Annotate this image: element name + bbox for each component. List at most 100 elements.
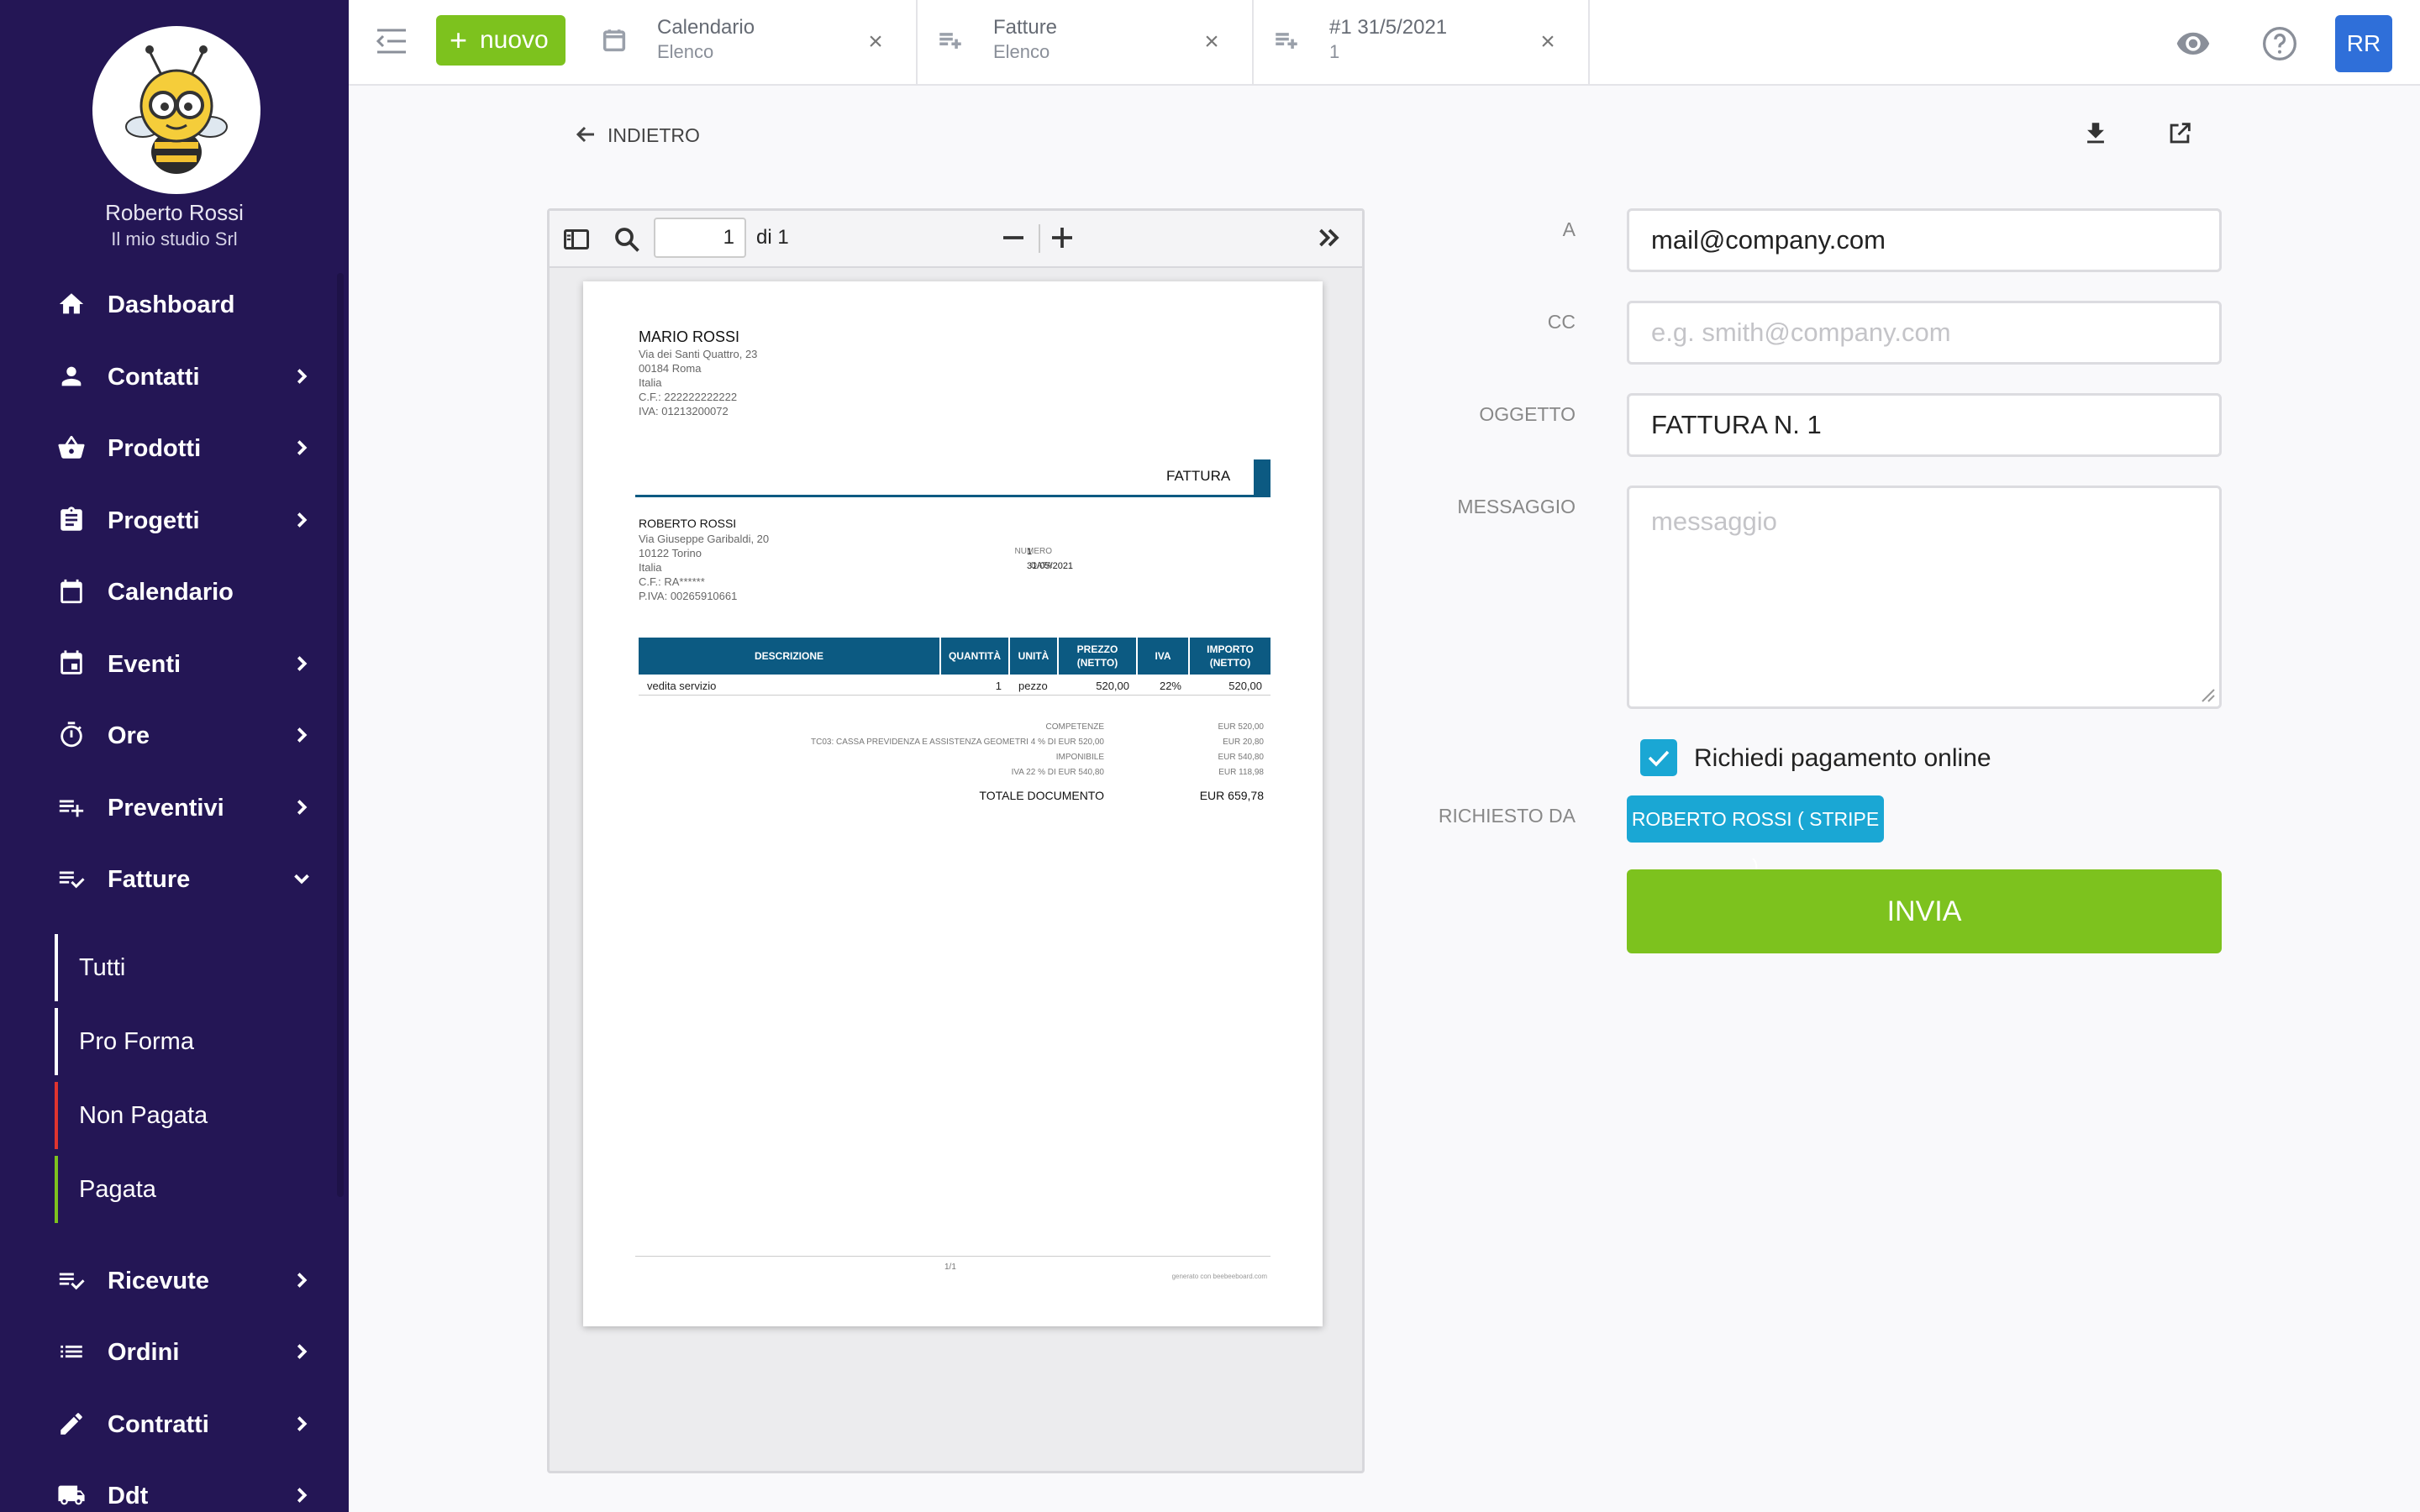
to-label: A xyxy=(1562,218,1576,240)
main-content: INDIETRO di 1 MARIO ROSSI Via dei Santi … xyxy=(349,86,2420,1512)
pdf-toolbar: di 1 xyxy=(550,211,1362,268)
table-header: DESCRIZIONE QUANTITÀ UNITÀ PREZZO (NETTO… xyxy=(639,638,1270,675)
chevron-right-icon xyxy=(289,722,314,748)
table-cell: 22% xyxy=(1159,680,1181,692)
table-cell: 520,00 xyxy=(1096,680,1129,692)
tab-invoice-1[interactable]: #1 31/5/2021 1 × xyxy=(1254,0,1590,84)
sub-item-non-pagata[interactable]: Non Pagata xyxy=(55,1082,324,1149)
back-label: INDIETRO xyxy=(608,124,700,146)
eye-icon[interactable] xyxy=(2173,25,2213,60)
close-icon[interactable]: × xyxy=(1531,25,1565,59)
total-value: EUR 540,80 xyxy=(1218,753,1264,762)
tab-title: Fatture xyxy=(993,16,1058,39)
sender-address: Via dei Santi Quattro, 23 00184 Roma Ita… xyxy=(639,347,757,418)
nav-calendario[interactable]: Calendario xyxy=(0,567,349,617)
sub-item-marker xyxy=(55,1008,58,1075)
sidebar-toggle-icon[interactable] xyxy=(561,224,592,255)
cc-label: CC xyxy=(1547,311,1576,333)
footer-generated: generato con beebeeboard.com xyxy=(1171,1273,1267,1280)
nav-ricevute[interactable]: Ricevute xyxy=(0,1256,349,1306)
sender-line: Via dei Santi Quattro, 23 xyxy=(639,348,758,360)
footer-rule xyxy=(635,1256,1270,1257)
chevron-right-icon xyxy=(289,435,314,460)
profile-avatar[interactable]: RR xyxy=(2335,15,2392,72)
nav-ddt[interactable]: Ddt xyxy=(0,1471,349,1512)
sender-name: MARIO ROSSI xyxy=(639,328,740,345)
nav-label: Dashboard xyxy=(108,291,235,318)
nav-fatture[interactable]: Fatture xyxy=(0,854,349,905)
payment-provider-badge[interactable]: ROBERTO ROSSI ( STRIPE ) xyxy=(1627,795,1884,877)
nav-contatti[interactable]: Contatti xyxy=(0,352,349,402)
nav-eventi[interactable]: Eventi xyxy=(0,639,349,690)
resize-handle-icon[interactable] xyxy=(2197,685,2216,703)
nav-contratti[interactable]: Contratti xyxy=(0,1399,349,1450)
message-field[interactable]: messaggio xyxy=(1627,486,2222,709)
tab-subtitle: 1 xyxy=(1329,41,1340,62)
nav-ordini[interactable]: Ordini xyxy=(0,1327,349,1378)
recipient-line: Italia xyxy=(639,561,662,574)
sender-line: 00184 Roma xyxy=(639,362,702,375)
sub-item-tutti[interactable]: Tutti xyxy=(55,934,324,1001)
column-header: IVA xyxy=(1138,638,1190,675)
close-icon[interactable]: × xyxy=(859,25,892,59)
chevron-right-icon xyxy=(289,507,314,533)
total-value: EUR 20,80 xyxy=(1223,738,1264,747)
total-label: TC03: CASSA PREVIDENZA E ASSISTENZA GEOM… xyxy=(810,738,1104,747)
tab-subtitle: Elenco xyxy=(657,41,714,62)
chevron-right-icon xyxy=(289,1339,314,1364)
list-icon xyxy=(57,1337,86,1366)
numero-value: 1 xyxy=(1027,547,1033,557)
plus-icon: + xyxy=(450,23,468,57)
pencil-icon xyxy=(57,1410,86,1438)
zoom-out-icon[interactable] xyxy=(998,223,1028,253)
nav-dashboard[interactable]: Dashboard xyxy=(0,280,349,330)
nav-label: Contratti xyxy=(108,1411,209,1438)
subject-field[interactable]: FATTURA N. 1 xyxy=(1627,393,2222,457)
help-icon[interactable] xyxy=(2261,25,2298,62)
user-avatar[interactable] xyxy=(92,26,260,194)
recipient-line: 10122 Torino xyxy=(639,547,702,559)
nav-label: Ddt xyxy=(108,1483,149,1509)
tab-fatture[interactable]: Fatture Elenco × xyxy=(918,0,1254,84)
download-icon[interactable] xyxy=(2081,119,2110,148)
close-icon[interactable]: × xyxy=(1195,25,1228,59)
home-icon xyxy=(57,290,86,318)
nav-label: Ore xyxy=(108,722,150,749)
playlist-check-icon xyxy=(57,1266,86,1294)
message-placeholder: messaggio xyxy=(1651,507,1777,536)
sub-item-label: Pro Forma xyxy=(79,1028,194,1055)
timer-icon xyxy=(57,721,86,749)
cc-field[interactable]: e.g. smith@company.com xyxy=(1627,301,2222,365)
sub-item-pro-forma[interactable]: Pro Forma xyxy=(55,1008,324,1075)
sender-line: IVA: 01213200072 xyxy=(639,405,729,417)
table-cell: 520,00 xyxy=(1228,680,1262,692)
sub-item-pagata[interactable]: Pagata xyxy=(55,1156,324,1223)
pdf-viewer[interactable]: di 1 MARIO ROSSI Via dei Santi Quattro, … xyxy=(547,208,1365,1473)
calendar-icon xyxy=(57,577,86,606)
sidebar-scrollbar[interactable] xyxy=(337,273,344,1197)
nav-label: Preventivi xyxy=(108,795,224,822)
new-button[interactable]: + nuovo xyxy=(436,15,566,66)
open-external-icon[interactable] xyxy=(2165,119,2194,148)
zoom-in-icon[interactable] xyxy=(1047,223,1077,253)
event-icon xyxy=(57,649,86,678)
back-link[interactable]: INDIETRO xyxy=(574,119,708,153)
nav-label: Contatti xyxy=(108,364,200,391)
nav-preventivi[interactable]: Preventivi xyxy=(0,783,349,833)
total-label: COMPETENZE xyxy=(1045,722,1104,732)
chevron-right-icon xyxy=(289,1483,314,1508)
search-icon[interactable] xyxy=(612,224,642,255)
nav-ore[interactable]: Ore xyxy=(0,711,349,761)
menu-toggle-icon[interactable] xyxy=(374,24,409,59)
truck-icon xyxy=(57,1481,86,1509)
online-payment-label[interactable]: Richiedi pagamento online xyxy=(1694,744,1991,773)
send-button[interactable]: INVIA xyxy=(1627,869,2222,953)
nav-progetti[interactable]: Progetti xyxy=(0,496,349,546)
tab-title: Calendario xyxy=(657,16,755,39)
nav-prodotti[interactable]: Prodotti xyxy=(0,423,349,474)
page-number-input[interactable] xyxy=(654,218,746,258)
online-payment-checkbox[interactable] xyxy=(1640,739,1677,776)
calendar-icon xyxy=(600,26,629,55)
tab-calendario[interactable]: Calendario Elenco × xyxy=(581,0,918,84)
to-field[interactable]: mail@company.com xyxy=(1627,208,2222,272)
